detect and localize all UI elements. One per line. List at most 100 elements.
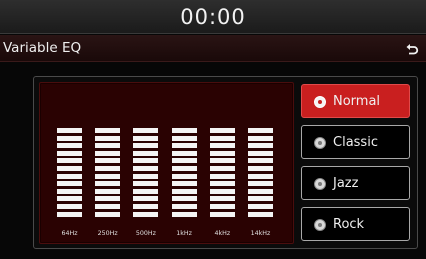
eq-level-segment [57, 165, 82, 171]
eq-level-segment [171, 173, 197, 179]
eq-level-segment [171, 128, 197, 133]
eq-level-segment [171, 203, 197, 209]
eq-level-segment [57, 128, 82, 133]
eq-band-slider[interactable] [248, 128, 273, 217]
eq-level-segment [209, 128, 235, 133]
status-bar: 00:00 [0, 0, 426, 34]
eq-level-segment [209, 143, 235, 149]
eq-level-segment [57, 211, 82, 217]
eq-level-segment [95, 165, 121, 171]
eq-level-segment [57, 196, 82, 202]
eq-level-segment [171, 181, 197, 187]
eq-level-segment [133, 165, 159, 171]
eq-level-segment [171, 135, 197, 141]
eq-level-segment [248, 135, 273, 141]
preset-button-classic[interactable]: Classic [301, 125, 410, 159]
eq-level-segment [209, 203, 235, 209]
page-title: Variable EQ [3, 40, 82, 56]
eq-level-segment [95, 135, 121, 141]
eq-level-segment [171, 211, 197, 217]
eq-band-label: 500Hz [135, 230, 156, 237]
eq-band-label: 4kHz [214, 230, 231, 237]
eq-band-slider[interactable] [95, 128, 121, 217]
eq-level-segment [248, 196, 273, 202]
eq-band-slider[interactable] [171, 128, 197, 217]
eq-level-segment [57, 158, 82, 164]
preset-label: Normal [333, 94, 381, 109]
eq-level-segment [133, 143, 159, 149]
eq-level-segment [133, 203, 159, 209]
eq-level-segment [95, 128, 121, 133]
eq-level-segment [171, 165, 197, 171]
preset-label: Rock [333, 217, 365, 232]
radio-icon [314, 96, 326, 108]
eq-level-segment [209, 196, 235, 202]
eq-level-segment [248, 211, 273, 217]
preset-label: Jazz [333, 176, 359, 191]
eq-level-segment [95, 203, 121, 209]
eq-level-segment [95, 173, 121, 179]
eq-level-segment [95, 188, 121, 194]
eq-band-label: 1kHz [176, 230, 192, 237]
eq-level-segment [209, 211, 235, 217]
preset-button-rock[interactable]: Rock [301, 207, 410, 241]
eq-band-slider[interactable] [209, 128, 235, 217]
radio-icon [314, 219, 326, 231]
clock: 00:00 [180, 5, 246, 29]
preset-button-normal[interactable]: Normal [301, 84, 410, 118]
preset-label: Classic [333, 135, 378, 150]
eq-level-segment [133, 173, 159, 179]
eq-level-segment [57, 135, 82, 141]
eq-band-label: 14kHz [250, 230, 271, 237]
eq-band-slider[interactable] [133, 128, 159, 217]
eq-level-segment [57, 173, 82, 179]
eq-level-segment [248, 158, 273, 164]
eq-level-segment [171, 188, 197, 194]
eq-level-segment [209, 150, 235, 156]
eq-level-segment [209, 181, 235, 187]
eq-level-segment [248, 203, 273, 209]
eq-level-segment [133, 188, 159, 194]
equalizer-panel: 64Hz 250Hz 500Hz 1kHz 4kHz 14kHz [39, 82, 294, 244]
eq-level-segment [95, 150, 121, 156]
eq-level-segment [209, 188, 235, 194]
preset-button-jazz[interactable]: Jazz [301, 166, 410, 200]
eq-level-segment [57, 181, 82, 187]
eq-level-segment [209, 173, 235, 179]
eq-level-segment [95, 211, 121, 217]
eq-level-segment [248, 188, 273, 194]
eq-level-segment [95, 196, 121, 202]
eq-level-segment [248, 165, 273, 171]
screen: 00:00 Variable EQ 64Hz 250Hz 500Hz 1kHz 4kHz… [0, 0, 426, 259]
eq-level-segment [209, 135, 235, 141]
radio-icon [314, 178, 326, 190]
eq-level-segment [57, 150, 82, 156]
eq-level-segment [95, 158, 121, 164]
eq-level-segment [171, 143, 197, 149]
eq-level-segment [57, 203, 82, 209]
eq-level-segment [95, 181, 121, 187]
eq-level-segment [248, 181, 273, 187]
eq-level-segment [248, 143, 273, 149]
eq-band-slider[interactable] [57, 128, 82, 217]
eq-level-segment [57, 188, 82, 194]
eq-level-segment [133, 150, 159, 156]
eq-level-segment [95, 143, 121, 149]
title-bar: Variable EQ [0, 35, 426, 62]
eq-level-segment [57, 143, 82, 149]
back-button[interactable] [402, 38, 422, 59]
eq-level-segment [133, 135, 159, 141]
eq-level-segment [133, 196, 159, 202]
eq-band-label: 250Hz [97, 230, 118, 237]
eq-level-segment [209, 158, 235, 164]
eq-level-segment [133, 128, 159, 133]
eq-level-segment [248, 128, 273, 133]
eq-level-segment [209, 165, 235, 171]
eq-level-segment [248, 150, 273, 156]
eq-level-segment [171, 150, 197, 156]
eq-level-segment [171, 196, 197, 202]
eq-level-segment [171, 158, 197, 164]
back-arrow-icon [406, 43, 419, 54]
radio-icon [314, 137, 326, 149]
eq-level-segment [133, 211, 159, 217]
